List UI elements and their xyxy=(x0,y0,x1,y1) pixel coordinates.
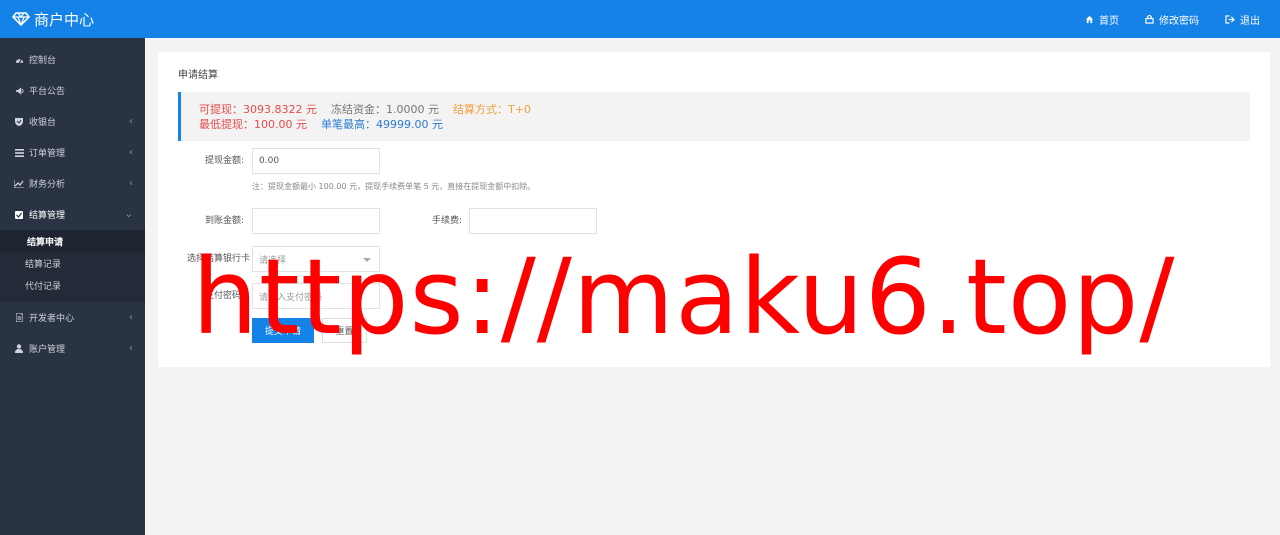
settlement-submenu: 结算申请 结算记录 代付记录 xyxy=(0,230,145,302)
sidebar-item-label: 账户管理 xyxy=(29,345,66,355)
frozen-balance: 冻结资金：1.0000 元 xyxy=(330,103,439,116)
fee-label: 手续费: xyxy=(431,216,462,226)
settlement-panel: 申请结算 可提现：3093.8322 元冻结资金：1.0000 元结算方式：T+… xyxy=(158,52,1270,367)
chevron-left-icon: ‹ xyxy=(129,312,133,323)
password-label: 支付密码: xyxy=(204,291,244,301)
sidebar-item-label: 收银台 xyxy=(29,118,57,128)
top-bar: 商户中心 首页 修改密码 退出 xyxy=(0,0,1280,38)
list-icon xyxy=(14,148,24,158)
sidebar-item-settlement[interactable]: 结算管理 ⌄ xyxy=(0,199,145,230)
sidebar-item-cashier[interactable]: 收银台 ‹ xyxy=(0,106,145,137)
chevron-left-icon: ‹ xyxy=(129,178,133,189)
amount-input[interactable]: 0.00 xyxy=(252,148,380,174)
brand[interactable]: 商户中心 xyxy=(0,9,94,30)
sidebar-item-orders[interactable]: 订单管理 ‹ xyxy=(0,137,145,168)
sidebar-subitem-records[interactable]: 结算记录 xyxy=(0,252,145,274)
shield-icon xyxy=(14,117,24,127)
reset-button[interactable]: 重置 xyxy=(322,318,367,343)
change-password-link[interactable]: 修改密码 xyxy=(1145,12,1199,27)
app-title: 商户中心 xyxy=(34,10,95,29)
sidebar-item-label: 财务分析 xyxy=(29,180,66,190)
sidebar-item-finance[interactable]: 财务分析 ‹ xyxy=(0,168,145,199)
lock-icon xyxy=(1145,14,1154,24)
megaphone-icon xyxy=(14,86,24,96)
sidebar-subitem-apply[interactable]: 结算申请 xyxy=(0,230,145,252)
bank-card-select[interactable]: 请选择 xyxy=(252,246,380,272)
chart-icon xyxy=(14,179,24,189)
max-withdraw: 单笔最高：49999.00 元 xyxy=(321,118,443,131)
password-input[interactable]: 请输入支付密码 xyxy=(252,283,380,309)
submit-button[interactable]: 提交申请 xyxy=(252,318,314,343)
bank-card-placeholder: 请选择 xyxy=(259,255,287,266)
sidebar-item-developer[interactable]: 开发者中心 ‹ xyxy=(0,302,145,333)
user-icon xyxy=(14,344,24,354)
chevron-left-icon: ‹ xyxy=(129,147,133,158)
sidebar: 控制台 平台公告 收银台 ‹ 订单管理 ‹ 财务分析 ‹ 结算管理 ⌄ 结算申请… xyxy=(0,38,145,535)
diamond-icon xyxy=(12,12,30,26)
sidebar-subitem-payouts[interactable]: 代付记录 xyxy=(0,274,145,296)
chevron-left-icon: ‹ xyxy=(129,343,133,354)
sidebar-item-dashboard[interactable]: 控制台 xyxy=(0,44,145,75)
home-icon xyxy=(1085,15,1094,23)
balance-info: 可提现：3093.8322 元冻结资金：1.0000 元结算方式：T+0 最低提… xyxy=(178,92,1250,141)
logout-label: 退出 xyxy=(1240,15,1260,27)
fee-field[interactable] xyxy=(469,208,597,234)
sidebar-item-label: 控制台 xyxy=(29,56,57,66)
sidebar-item-account[interactable]: 账户管理 ‹ xyxy=(0,333,145,364)
logout-link[interactable]: 退出 xyxy=(1225,12,1260,27)
home-link[interactable]: 首页 xyxy=(1085,12,1119,27)
sidebar-item-label: 结算管理 xyxy=(29,211,66,221)
page-title: 申请结算 xyxy=(178,70,218,81)
chevron-down-icon: ⌄ xyxy=(124,209,133,220)
available-balance: 可提现：3093.8322 元 xyxy=(199,103,317,116)
amount-label: 提现金额: xyxy=(204,156,244,166)
chevron-left-icon: ‹ xyxy=(129,116,133,127)
received-amount-field[interactable] xyxy=(252,208,380,234)
logout-icon xyxy=(1225,14,1235,24)
settlement-method: 结算方式：T+0 xyxy=(452,103,531,116)
sidebar-item-announcements[interactable]: 平台公告 xyxy=(0,75,145,106)
min-withdraw: 最低提现：100.00 元 xyxy=(199,118,307,131)
bank-card-label: 选择结算银行卡 xyxy=(186,254,250,264)
check-square-icon xyxy=(14,210,24,220)
received-label: 到账金额: xyxy=(204,216,244,226)
sidebar-item-label: 订单管理 xyxy=(29,149,66,159)
sidebar-item-label: 平台公告 xyxy=(29,87,66,97)
sidebar-item-label: 开发者中心 xyxy=(29,314,75,324)
change-password-label: 修改密码 xyxy=(1159,15,1199,27)
amount-note: 注：提现金额最小 100.00 元，提现手续费单笔 5 元，直接在提现金额中扣除… xyxy=(252,182,536,191)
caret-down-icon xyxy=(363,258,371,262)
home-label: 首页 xyxy=(1099,15,1119,27)
dashboard-icon xyxy=(14,55,24,65)
file-icon xyxy=(14,313,24,323)
